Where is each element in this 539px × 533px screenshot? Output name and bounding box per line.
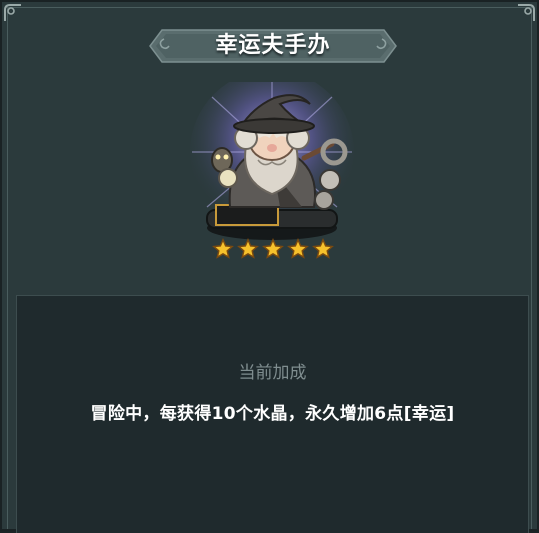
item-detail-panel: 幸运夫手办 当前加成 冒险中，每获得10个水晶，永久增加6点[幸运] — [0, 0, 539, 533]
bonus-description: 冒险中，每获得10个水晶，永久增加6点[幸运] — [90, 404, 455, 424]
star-icon — [262, 238, 284, 259]
star-icon — [312, 238, 334, 259]
star-icon — [287, 238, 309, 259]
corner-ornament-icon — [518, 4, 535, 21]
current-bonus-label: 当前加成 — [238, 363, 307, 383]
bonus-info-box: 当前加成 冒险中，每获得10个水晶，永久增加6点[幸运] — [16, 295, 529, 533]
star-icon — [237, 238, 259, 259]
item-title: 幸运夫手办 — [215, 33, 331, 58]
star-rating — [212, 238, 334, 262]
title-banner: 幸运夫手办 — [148, 27, 398, 65]
wizard-figurine-icon — [190, 82, 354, 240]
star-icon — [212, 238, 234, 259]
corner-ornament-icon — [4, 4, 21, 21]
